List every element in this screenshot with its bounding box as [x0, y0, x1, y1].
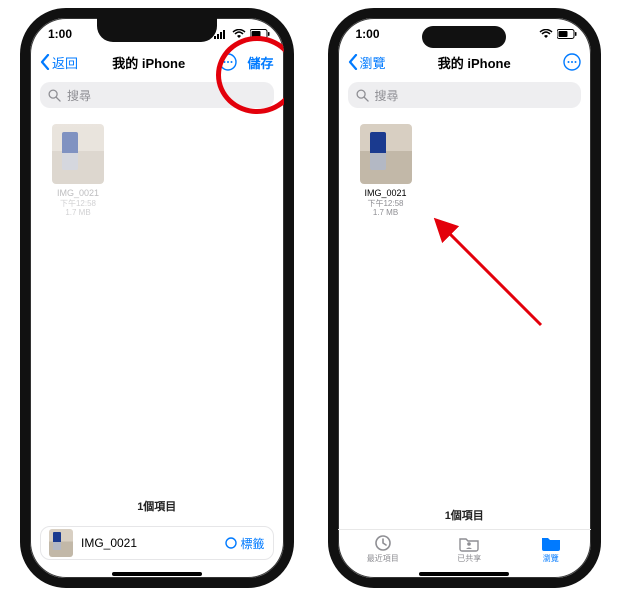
- red-circle-annotation: [216, 36, 294, 114]
- clock: 1:00: [48, 27, 72, 41]
- file-name: IMG_0021: [354, 188, 418, 199]
- tag-label: 標籤: [240, 535, 264, 552]
- file-name: IMG_0021: [46, 188, 110, 199]
- nav-bar: 瀏覽 我的 iPhone: [338, 46, 592, 78]
- page-title: 我的 iPhone: [386, 53, 563, 72]
- chevron-left-icon: [40, 54, 50, 70]
- file-size: 1.7 MB: [46, 208, 110, 218]
- back-label: 瀏覽: [360, 53, 386, 72]
- search-icon: [48, 89, 61, 102]
- file-size: 1.7 MB: [354, 208, 418, 218]
- battery-icon: [557, 29, 577, 39]
- tag-button[interactable]: 標籤: [225, 535, 264, 552]
- tab-recents[interactable]: 最近項目: [367, 534, 399, 564]
- tab-shared[interactable]: 已共享: [457, 534, 481, 564]
- tab-label: 已共享: [457, 553, 481, 564]
- clock-icon: [372, 534, 394, 552]
- chevron-left-icon: [348, 54, 358, 70]
- search-field[interactable]: 搜尋: [348, 82, 582, 108]
- tab-bar: 最近項目 已共享 瀏覽: [338, 529, 592, 568]
- home-indicator[interactable]: [112, 572, 202, 576]
- tab-label: 最近項目: [367, 553, 399, 564]
- file-time: 下午12:58: [354, 199, 418, 209]
- notch: [97, 18, 217, 42]
- action-filename: IMG_0021: [81, 536, 217, 550]
- file-item[interactable]: IMG_0021 下午12:58 1.7 MB: [46, 124, 110, 218]
- action-thumbnail: [49, 529, 73, 557]
- left-phone: 1:00 返回 我的 iPhone 儲存: [20, 8, 294, 588]
- file-item[interactable]: IMG_0021 下午12:58 1.7 MB: [354, 124, 418, 218]
- back-button[interactable]: 返回: [40, 53, 78, 72]
- back-button[interactable]: 瀏覽: [348, 53, 386, 72]
- search-icon: [356, 89, 369, 102]
- back-label: 返回: [52, 53, 78, 72]
- file-thumbnail: [360, 124, 412, 184]
- dynamic-island: [422, 26, 506, 48]
- wifi-icon: [539, 29, 553, 39]
- page-title: 我的 iPhone: [78, 53, 219, 72]
- clock: 1:00: [356, 27, 380, 41]
- folder-icon: [540, 534, 562, 552]
- tag-icon: [225, 537, 237, 549]
- item-count: 1個項目: [338, 501, 592, 529]
- action-bar: IMG_0021 標籤: [40, 526, 274, 560]
- right-phone: 1:00 瀏覽 我的 iPhone 搜尋: [328, 8, 602, 588]
- folder-person-icon: [458, 534, 480, 552]
- item-count: 1個項目: [30, 492, 284, 520]
- home-indicator[interactable]: [419, 572, 509, 576]
- search-placeholder: 搜尋: [67, 87, 91, 104]
- tab-label: 瀏覽: [543, 553, 559, 564]
- tab-browse[interactable]: 瀏覽: [540, 534, 562, 564]
- file-thumbnail: [52, 124, 104, 184]
- file-time: 下午12:58: [46, 199, 110, 209]
- more-icon[interactable]: [563, 53, 581, 71]
- search-placeholder: 搜尋: [375, 87, 399, 104]
